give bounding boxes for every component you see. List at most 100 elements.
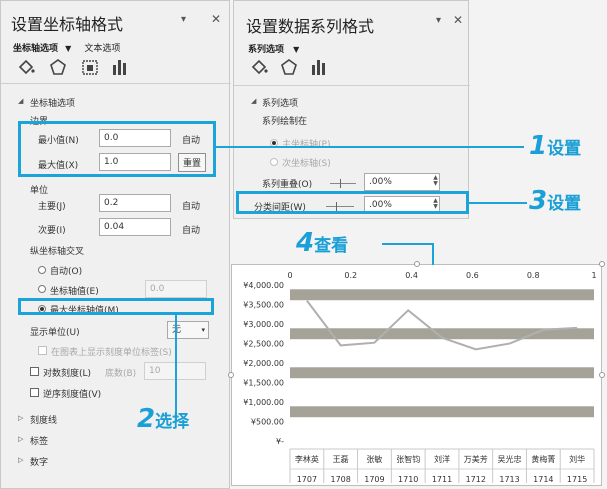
resize-handle-middle-left[interactable] xyxy=(228,372,234,378)
top-tick-label: 0 xyxy=(287,271,292,280)
spinner-icon[interactable]: ▲ ▼ xyxy=(431,175,440,187)
top-tick-label: 1 xyxy=(591,271,596,280)
display-units-label: 显示单位(U) xyxy=(30,328,80,338)
overlap-value: .00% xyxy=(369,177,392,187)
checkbox-log-scale[interactable] xyxy=(30,367,39,376)
axis-options-icon[interactable] xyxy=(111,59,129,75)
top-tick-label: 0.8 xyxy=(527,271,540,280)
primary-axis-label[interactable]: 主坐标轴(P) xyxy=(282,137,330,150)
expand-triangle-icon[interactable]: ▷ xyxy=(18,456,23,464)
bar-line-chart[interactable]: ¥4,000.00 ¥3,500.00 ¥3,000.00 ¥2,500.00 ¥2,0… xyxy=(232,265,601,485)
category-id-label: 1709 xyxy=(364,475,384,484)
fill-line-icon[interactable] xyxy=(17,59,35,75)
category-name-label: 吴光忠 xyxy=(498,454,522,464)
secondary-axis-label[interactable]: 次坐标轴(S) xyxy=(282,156,331,169)
callout-2: 2选择 xyxy=(137,404,190,434)
log-scale-label[interactable]: 对数刻度(L) xyxy=(43,366,91,379)
section-labels[interactable]: 标签 xyxy=(30,434,48,447)
cross-value-label[interactable]: 坐标轴值(E) xyxy=(50,284,99,297)
category-name-label: 李林英 xyxy=(295,454,319,464)
display-units-select[interactable]: 无 ▾ xyxy=(167,321,209,339)
close-icon[interactable]: ✕ xyxy=(211,12,221,26)
effects-icon[interactable] xyxy=(280,59,298,75)
tab-series-options[interactable]: 系列选项 xyxy=(248,45,284,55)
section-axis-options[interactable]: 坐标轴选项 xyxy=(30,96,75,109)
callout-line-1 xyxy=(216,146,524,148)
minor-input[interactable]: 0.04 xyxy=(99,218,171,236)
callout-line-3 xyxy=(469,202,527,204)
tab-text-options[interactable]: 文本选项 xyxy=(84,44,120,54)
section-series-options[interactable]: 系列选项 xyxy=(262,96,298,109)
close-icon[interactable]: ✕ xyxy=(453,13,463,27)
resize-handle-middle-right[interactable] xyxy=(599,372,605,378)
pane-options-dropdown-icon[interactable]: ▾ xyxy=(436,15,441,26)
fill-line-icon[interactable] xyxy=(250,59,268,75)
cross-auto-label[interactable]: 自动(O) xyxy=(50,264,82,277)
show-units-label[interactable]: 在图表上显示刻度单位标签(S) xyxy=(51,345,172,358)
category-name-label: 张敏 xyxy=(366,454,382,464)
divider xyxy=(1,83,231,84)
category-id-label: 1711 xyxy=(432,475,452,484)
collapse-triangle-icon[interactable]: ◢ xyxy=(18,97,23,105)
major-auto-button[interactable]: 自动 xyxy=(182,199,200,212)
reverse-label[interactable]: 逆序刻度值(V) xyxy=(43,387,101,400)
category-name-label: 刘洋 xyxy=(434,454,450,464)
chart-bar xyxy=(290,289,594,301)
callout-line-4-vertical xyxy=(432,243,434,265)
resize-handle-top-right[interactable] xyxy=(599,261,605,267)
major-label: 主要(J) xyxy=(38,202,66,212)
callout-3: 3设置 xyxy=(529,186,582,216)
minor-label: 次要(I) xyxy=(38,226,66,236)
major-input[interactable]: 0.2 xyxy=(99,194,171,212)
format-series-pane: 设置数据系列格式 ▾ ✕ 系列选项 ▼ ◢ 系列选项 系列绘制在 主坐标轴(P)… xyxy=(233,0,470,219)
y-tick-label: ¥- xyxy=(276,437,284,446)
category-id-label: 1710 xyxy=(398,475,418,484)
series-line xyxy=(306,299,578,351)
overlap-input[interactable]: .00% xyxy=(364,173,440,191)
y-tick-label: ¥3,500.00 xyxy=(243,301,284,310)
highlight-cross-max xyxy=(18,298,214,315)
chevron-down-icon: ▾ xyxy=(201,326,205,334)
pane-subtabs: 坐标轴选项 ▼ 文本选项 xyxy=(13,36,120,55)
cross-value-input[interactable]: 0.0 xyxy=(145,280,207,298)
category-name-label: 万美芳 xyxy=(464,454,488,464)
cross-label: 纵坐标轴交叉 xyxy=(30,247,85,257)
y-tick-label: ¥3,000.00 xyxy=(243,320,284,329)
base-label: 底数(B) xyxy=(105,369,137,379)
units-label: 单位 xyxy=(30,186,49,196)
category-id-label: 1715 xyxy=(567,475,587,484)
y-tick-label: ¥1,000.00 xyxy=(243,398,284,407)
checkbox-show-units[interactable] xyxy=(38,346,47,355)
y-tick-label: ¥2,000.00 xyxy=(243,359,284,368)
radio-secondary-axis[interactable] xyxy=(270,158,278,166)
divider xyxy=(234,85,470,86)
minor-auto-button[interactable]: 自动 xyxy=(182,223,200,236)
top-tick-label: 0.6 xyxy=(466,271,479,280)
chart-bar xyxy=(290,367,594,379)
resize-handle-top-center[interactable] xyxy=(414,261,420,267)
chevron-down-icon[interactable]: ▼ xyxy=(65,44,71,53)
category-id-label: 1713 xyxy=(499,475,519,484)
y-tick-label: ¥4,000.00 xyxy=(243,281,284,290)
checkbox-reverse[interactable] xyxy=(30,388,39,397)
category-name-label: 王磊 xyxy=(333,455,349,464)
expand-triangle-icon[interactable]: ▷ xyxy=(18,435,23,443)
section-number[interactable]: 数字 xyxy=(30,455,48,468)
series-options-icon[interactable] xyxy=(310,59,328,75)
callout-4: 4查看 xyxy=(296,228,349,258)
radio-cross-value[interactable] xyxy=(38,285,46,293)
radio-cross-auto[interactable] xyxy=(38,266,46,274)
effects-icon[interactable] xyxy=(49,59,67,75)
pane-options-dropdown-icon[interactable]: ▾ xyxy=(181,14,186,25)
category-id-label: 1714 xyxy=(533,475,553,484)
y-tick-label: ¥500.00 xyxy=(251,418,284,427)
tab-axis-options[interactable]: 坐标轴选项 xyxy=(13,44,58,54)
pane-title: 设置数据系列格式 xyxy=(246,17,375,36)
chevron-down-icon[interactable]: ▼ xyxy=(293,45,299,54)
expand-triangle-icon[interactable]: ▷ xyxy=(18,414,23,422)
collapse-triangle-icon[interactable]: ◢ xyxy=(251,97,256,105)
chart-area[interactable]: ¥4,000.00 ¥3,500.00 ¥3,000.00 ¥2,500.00 ¥2,0… xyxy=(231,264,602,486)
overlap-slider[interactable] xyxy=(330,179,356,188)
section-tick-marks[interactable]: 刻度线 xyxy=(30,413,57,426)
size-properties-icon[interactable] xyxy=(81,59,99,75)
